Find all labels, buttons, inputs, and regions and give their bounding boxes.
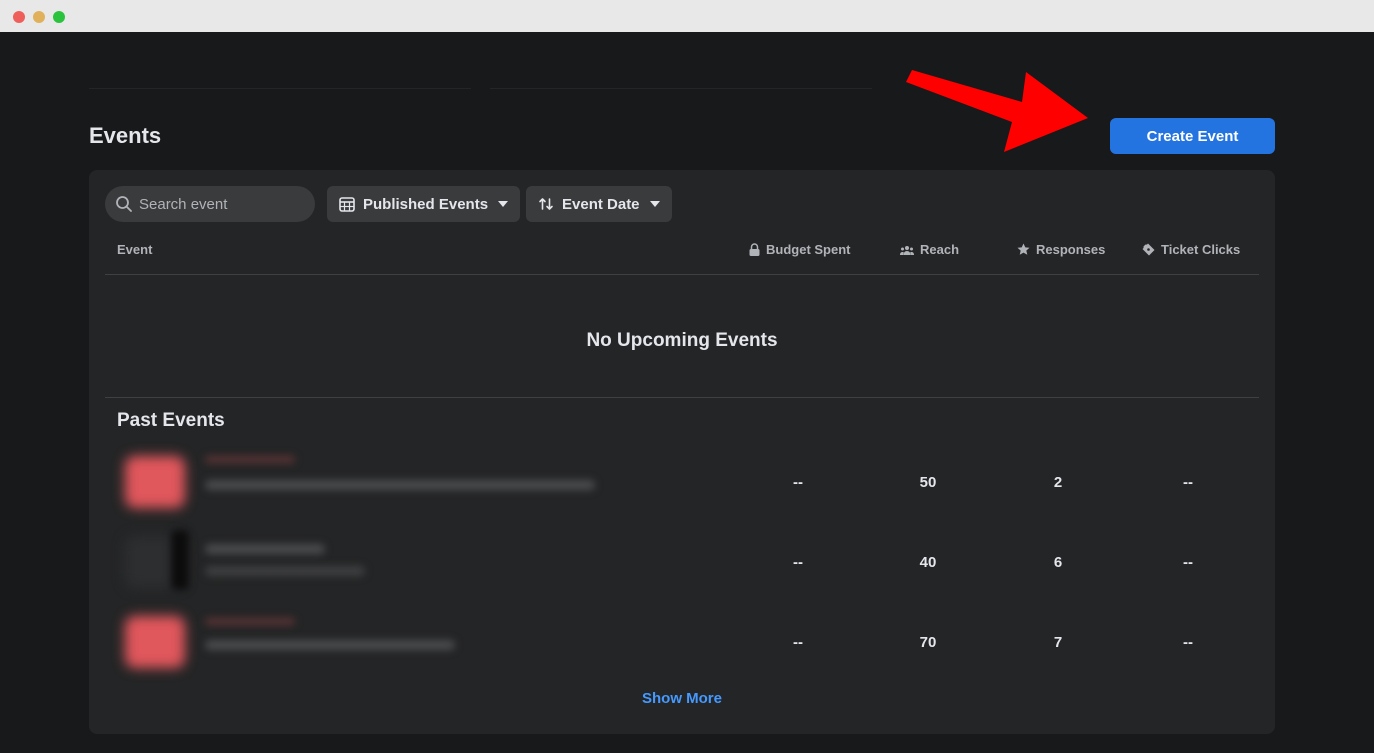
column-label-ticket-clicks: Ticket Clicks [1161, 242, 1241, 257]
chevron-down-icon [498, 201, 509, 207]
column-label-event: Event [117, 242, 153, 257]
window-titlebar [0, 0, 1374, 32]
no-upcoming-events-message: No Upcoming Events [586, 330, 778, 351]
zoom-window-button[interactable] [53, 11, 65, 23]
published-events-label: Published Events [363, 195, 489, 213]
tab-underline [490, 88, 872, 89]
browser-window: Events Create Event Search event Publish… [0, 0, 1374, 753]
column-header-budget-spent: Budget Spent [749, 242, 851, 257]
ticket-clicks-cell: -- [1183, 473, 1193, 491]
calendar-icon [339, 197, 355, 212]
event-date-sort-dropdown[interactable]: Event Date [526, 186, 672, 222]
people-icon [900, 245, 914, 255]
event-thumbnail-shadow [171, 530, 189, 590]
lock-icon [749, 243, 760, 256]
search-box[interactable] [105, 186, 315, 222]
create-event-button[interactable]: Create Event [1110, 118, 1275, 154]
responses-cell: 7 [1053, 633, 1063, 651]
search-icon [116, 196, 132, 212]
page-title: Events [89, 123, 162, 148]
reach-cell: 50 [919, 473, 937, 491]
star-icon [1017, 243, 1030, 255]
event-date-label: Event Date [562, 195, 640, 213]
close-window-button[interactable] [13, 11, 25, 23]
column-label-responses: Responses [1036, 242, 1106, 257]
events-page: Events Create Event Search event Publish… [0, 32, 1374, 753]
reach-cell: 40 [919, 553, 937, 571]
ticket-icon [1142, 243, 1155, 256]
column-header-responses: Responses [1017, 242, 1105, 257]
event-date-blurred [205, 544, 325, 554]
event-name-blurred [205, 480, 595, 490]
column-header-ticket-clicks: Ticket Clicks [1142, 242, 1240, 257]
event-date-blurred [205, 618, 295, 625]
event-thumbnail [125, 616, 185, 668]
sort-icon [539, 198, 553, 210]
event-date-blurred [205, 456, 295, 463]
column-header-reach: Reach [900, 242, 959, 257]
budget-spent-cell: -- [793, 553, 803, 571]
search-input[interactable] [139, 195, 299, 213]
minimize-window-button[interactable] [33, 11, 45, 23]
past-events-heading: Past Events [117, 410, 225, 431]
events-panel: Published Events Event Date Event [89, 170, 1275, 734]
event-name-blurred [205, 566, 365, 576]
budget-spent-cell: -- [793, 473, 803, 491]
event-name-blurred [205, 640, 455, 650]
column-label-budget-spent: Budget Spent [766, 242, 851, 257]
show-more-link[interactable]: Show More [89, 690, 1275, 707]
event-thumbnail [125, 456, 185, 508]
ticket-clicks-cell: -- [1183, 553, 1193, 571]
budget-spent-cell: -- [793, 633, 803, 651]
ticket-clicks-cell: -- [1183, 633, 1193, 651]
header-divider [105, 274, 1259, 275]
reach-cell: 70 [919, 633, 937, 651]
table-row[interactable]: -- 50 2 -- [105, 442, 1259, 522]
chevron-down-icon [649, 201, 660, 207]
responses-cell: 6 [1053, 553, 1063, 571]
responses-cell: 2 [1053, 473, 1063, 491]
annotation-arrow-icon [906, 70, 1088, 152]
column-header-event: Event [117, 242, 152, 257]
section-divider [105, 397, 1259, 398]
column-label-reach: Reach [920, 242, 960, 257]
table-row[interactable]: -- 40 6 -- [105, 522, 1259, 602]
published-events-dropdown[interactable]: Published Events [327, 186, 521, 222]
tab-underline [89, 88, 471, 89]
table-row[interactable]: -- 70 7 -- [105, 602, 1259, 682]
